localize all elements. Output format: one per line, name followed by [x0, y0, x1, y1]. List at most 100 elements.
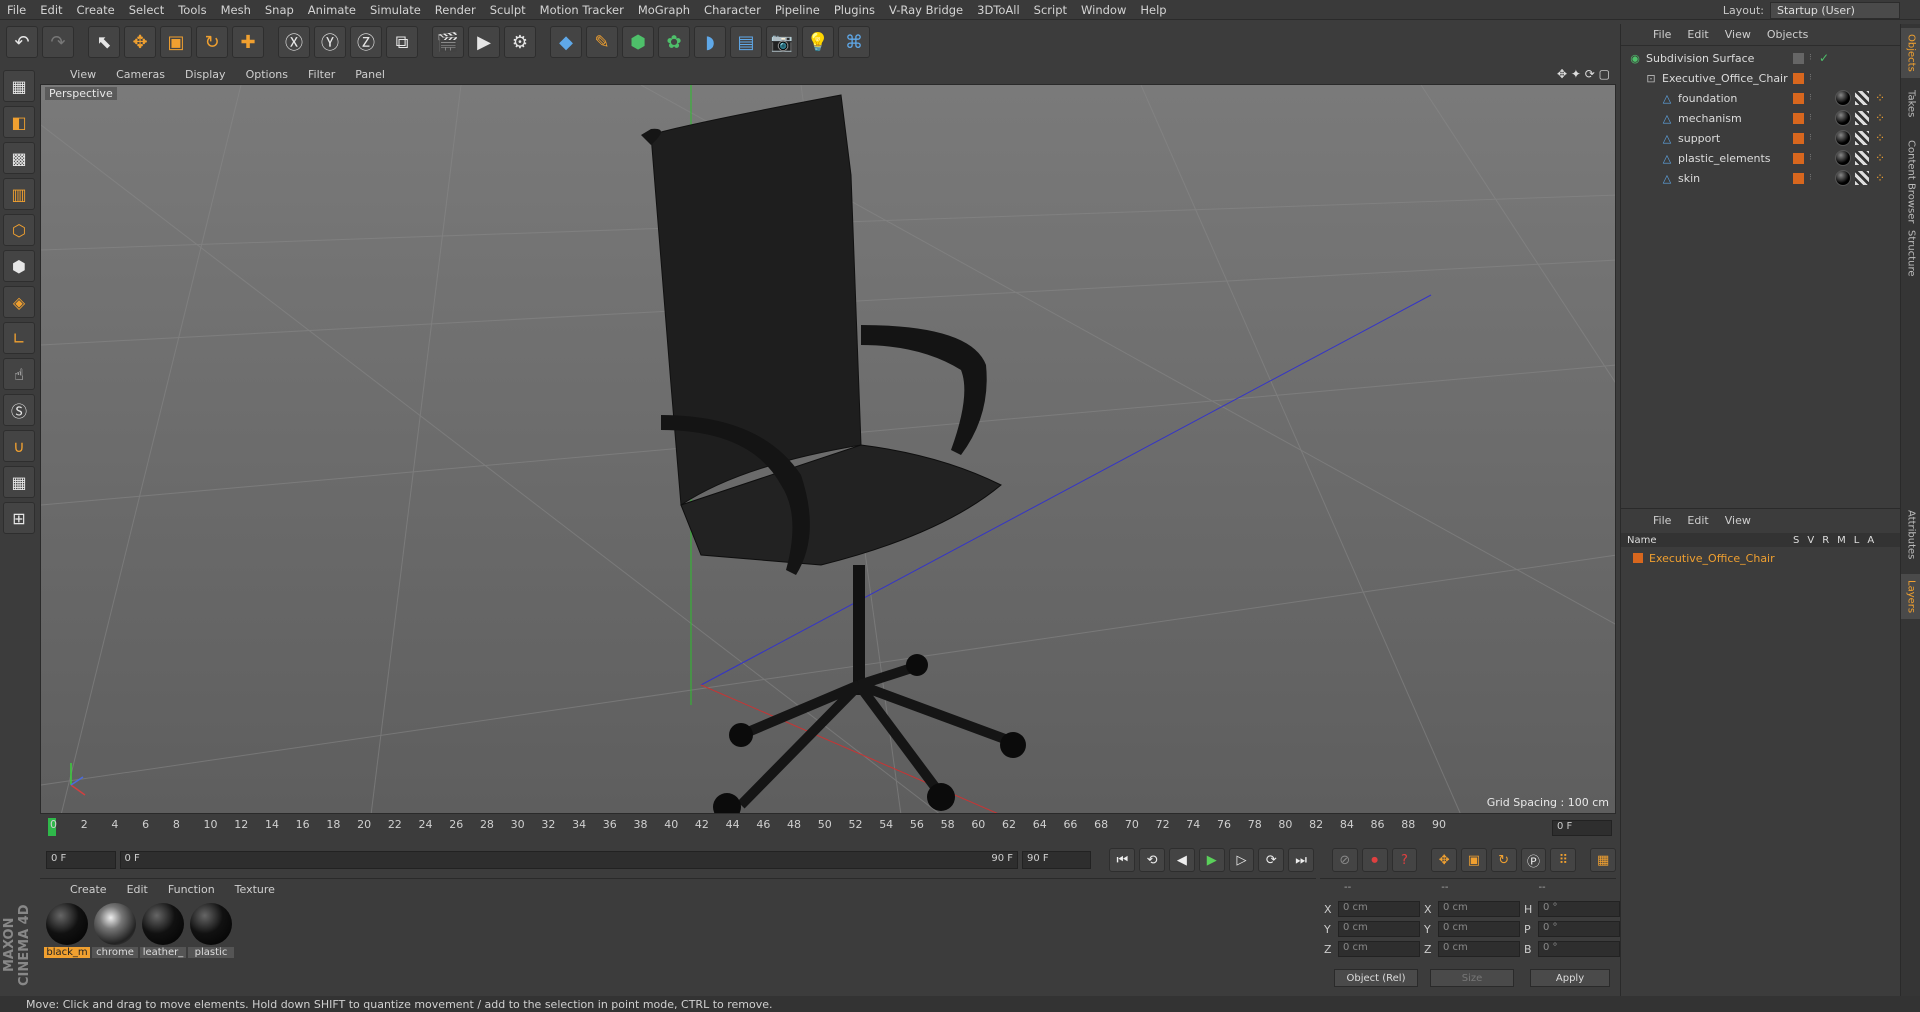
menu-motion-tracker[interactable]: Motion Tracker — [533, 3, 631, 17]
coordinate-system-icon[interactable]: ⧉ — [386, 26, 418, 58]
render-settings-icon[interactable]: ⚙ — [504, 26, 536, 58]
key-position-icon[interactable]: ✥ — [1431, 848, 1458, 872]
visibility-dots-icon[interactable]: ⁝ — [1809, 133, 1812, 143]
object-name[interactable]: skin — [1678, 172, 1700, 185]
viewport-menu-options[interactable]: Options — [236, 68, 298, 81]
visibility-dots-icon[interactable]: ⁝ — [1809, 73, 1812, 83]
apply-button[interactable]: Apply — [1530, 969, 1610, 987]
material-swatch[interactable]: leather_ — [140, 901, 186, 961]
object-menu-view[interactable]: View — [1717, 28, 1759, 41]
material-menu-edit[interactable]: Edit — [117, 883, 158, 896]
texture-tag-icon[interactable] — [1855, 111, 1869, 125]
layout-dropdown[interactable]: Startup (User) — [1770, 1, 1900, 19]
undo-icon[interactable]: ↶ — [6, 26, 38, 58]
light-icon[interactable]: 💡 — [802, 26, 834, 58]
object-row[interactable]: △ plastic_elements ⁝ ⁘ — [1621, 148, 1901, 168]
material-menu-texture[interactable]: Texture — [225, 883, 285, 896]
viewport-menu-filter[interactable]: Filter — [298, 68, 345, 81]
object-row[interactable]: △ foundation ⁝ ⁘ — [1621, 88, 1901, 108]
menu-pipeline[interactable]: Pipeline — [768, 3, 827, 17]
axis-mode-icon[interactable]: ∟ — [3, 322, 35, 354]
render-view-icon[interactable]: 🎬 — [432, 26, 464, 58]
coord-value-field[interactable]: 0 ° — [1538, 921, 1620, 937]
live-selection-icon[interactable]: ✚ — [232, 26, 264, 58]
object-menu-edit[interactable]: Edit — [1679, 28, 1716, 41]
redo-icon[interactable]: ↷ — [42, 26, 74, 58]
object-menu-file[interactable]: File — [1645, 28, 1679, 41]
object-row[interactable]: ◉ Subdivision Surface ⁝ ✓ — [1621, 48, 1901, 68]
coord-value-field[interactable]: 0 cm — [1438, 921, 1520, 937]
layer-tag-icon[interactable] — [1793, 72, 1804, 84]
phong-tag-icon[interactable]: ⁘ — [1875, 111, 1885, 125]
side-tab-objects[interactable]: Objects — [1901, 28, 1920, 78]
material-swatch[interactable]: plastic — [188, 901, 234, 961]
deformer-icon[interactable]: ◗ — [694, 26, 726, 58]
perspective-viewport[interactable]: Perspective Grid Spacing : 100 cm — [40, 84, 1616, 814]
make-editable-icon[interactable]: ▦ — [3, 70, 35, 102]
polygons-mode-icon[interactable]: ◈ — [3, 286, 35, 318]
magnet-icon[interactable]: ∪ — [3, 430, 35, 462]
python-icon[interactable]: ⌘ — [838, 26, 870, 58]
viewport-menu-panel[interactable]: Panel — [345, 68, 395, 81]
visibility-dots-icon[interactable]: ⁝ — [1809, 153, 1812, 163]
menu-plugins[interactable]: Plugins — [827, 3, 882, 17]
current-frame-field[interactable]: 0 F — [1552, 820, 1612, 836]
menu-snap[interactable]: Snap — [258, 3, 301, 17]
side-tab-takes[interactable]: Takes — [1901, 84, 1920, 123]
coord-value-field[interactable]: 0 cm — [1438, 941, 1520, 957]
play-icon[interactable]: ▶ — [1198, 848, 1225, 872]
visibility-dots-icon[interactable]: ⁝ — [1809, 93, 1812, 103]
key-pla-icon[interactable]: ⠿ — [1550, 848, 1577, 872]
object-name[interactable]: plastic_elements — [1678, 152, 1771, 165]
menu-render[interactable]: Render — [428, 3, 483, 17]
menu-file[interactable]: File — [0, 3, 33, 17]
texture-mode-icon[interactable]: ▩ — [3, 142, 35, 174]
go-to-end-icon[interactable]: ⏭ — [1288, 848, 1314, 872]
object-name[interactable]: mechanism — [1678, 112, 1742, 125]
go-to-start-icon[interactable]: ⏮ — [1109, 848, 1136, 872]
subdivision-surface-icon[interactable]: ⬢ — [622, 26, 654, 58]
viewport-menu-view[interactable]: View — [60, 68, 106, 81]
key-rotation-icon[interactable]: ↻ — [1490, 848, 1517, 872]
object-name[interactable]: support — [1678, 132, 1720, 145]
locked-workplane-icon[interactable]: ▦ — [3, 466, 35, 498]
viewport-nav-icons[interactable]: ✥ ✦ ⟳ ▢ — [1557, 64, 1610, 84]
enabled-check-icon[interactable]: ✓ — [1819, 51, 1829, 65]
menu-create[interactable]: Create — [70, 3, 122, 17]
layer-tag-icon[interactable] — [1793, 52, 1804, 64]
layer-name[interactable]: Executive_Office_Chair — [1649, 552, 1775, 565]
x-axis-lock-icon[interactable]: Ⓧ — [278, 26, 310, 58]
side-tab-attributes[interactable]: Attributes — [1901, 504, 1920, 565]
visibility-dots-icon[interactable]: ⁝ — [1809, 113, 1812, 123]
timeline-icon[interactable]: ▦ — [1590, 848, 1616, 872]
material-tag-icon[interactable] — [1835, 130, 1851, 146]
coord-value-field[interactable]: 0 cm — [1438, 901, 1520, 917]
visibility-dots-icon[interactable]: ⁝ — [1809, 173, 1812, 183]
points-mode-icon[interactable]: ⬡ — [3, 214, 35, 246]
select-tool-icon[interactable]: ⬉ — [88, 26, 120, 58]
object-row[interactable]: ⊡ Executive_Office_Chair ⁝ — [1621, 68, 1901, 88]
material-swatch[interactable]: chrome — [92, 901, 138, 961]
previous-key-icon[interactable]: ⟲ — [1139, 848, 1165, 872]
cube-icon[interactable]: ◆ — [550, 26, 582, 58]
autokey-icon[interactable]: ? — [1391, 848, 1418, 872]
snap-icon[interactable]: Ⓢ — [3, 394, 35, 426]
range-slider[interactable]: 0 F 90 F — [119, 851, 1018, 869]
coord-value-field[interactable]: 0 ° — [1538, 901, 1620, 917]
render-picture-viewer-icon[interactable]: ▶ — [468, 26, 500, 58]
layer-menu-view[interactable]: View — [1717, 514, 1759, 527]
timeline-ruler[interactable]: 0 2 4 6 8 10 12 14 16 18 20 22 24 26 28 30 32 34 36 38 40 42 4… — [40, 816, 1616, 842]
motion-path-icon[interactable]: ⊘ — [1331, 848, 1358, 872]
menu-help[interactable]: Help — [1133, 3, 1173, 17]
texture-tag-icon[interactable] — [1855, 171, 1869, 185]
z-axis-lock-icon[interactable]: Ⓩ — [350, 26, 382, 58]
layer-row[interactable]: Executive_Office_Chair — [1621, 549, 1901, 567]
material-tag-icon[interactable] — [1835, 90, 1851, 106]
menu-mograph[interactable]: MoGraph — [631, 3, 697, 17]
coord-value-field[interactable]: 0 cm — [1338, 921, 1420, 937]
side-tab-structure[interactable]: Structure — [1901, 224, 1920, 283]
camera-icon[interactable]: 📷 — [766, 26, 798, 58]
key-scale-icon[interactable]: ▣ — [1461, 848, 1487, 872]
end-frame-field[interactable]: 90 F — [1021, 851, 1092, 869]
layer-tag-icon[interactable] — [1793, 172, 1804, 184]
